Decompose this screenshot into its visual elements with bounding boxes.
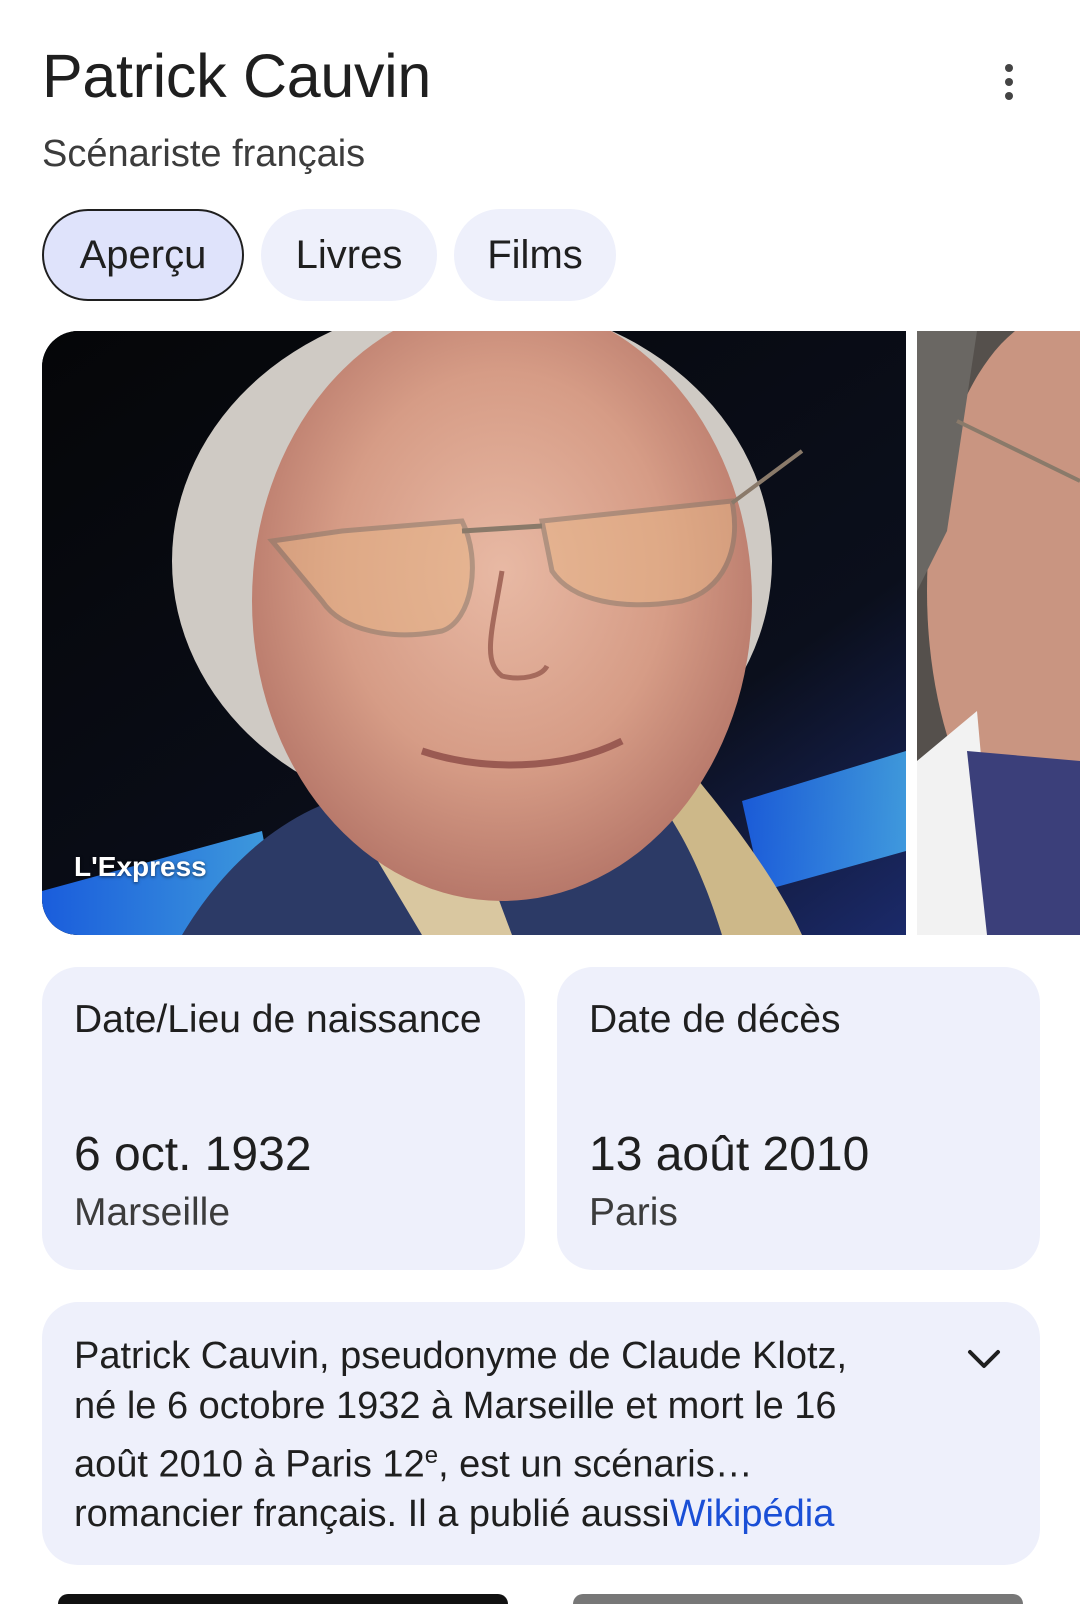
tab-livres[interactable]: Livres <box>261 209 437 301</box>
portrait-illustration: L'Express <box>42 331 906 935</box>
birth-place: Marseille <box>74 1191 231 1234</box>
next-card-peek <box>58 1594 508 1604</box>
tab-bar: Aperçu Livres Films <box>42 209 616 301</box>
death-label: Date de décès <box>589 998 841 1041</box>
death-date: 13 août 2010 <box>589 1128 870 1181</box>
description-text: Patrick Cauvin, pseudonyme de Claude Klo… <box>74 1335 848 1536</box>
more-options-button[interactable] <box>996 62 1022 102</box>
chevron-down-icon <box>968 1350 1000 1368</box>
death-place: Paris <box>589 1191 678 1234</box>
next-card-peek <box>573 1594 1023 1604</box>
image-source-label: L'Express <box>74 851 207 882</box>
more-vert-icon <box>1005 64 1013 72</box>
description-card[interactable]: Patrick Cauvin, pseudonyme de Claude Klo… <box>42 1302 1040 1565</box>
tab-apercu[interactable]: Aperçu <box>42 209 244 301</box>
portrait-image[interactable]: L'Express <box>42 331 906 935</box>
birth-info-card[interactable]: Date/Lieu de naissance 6 oct. 1932 Marse… <box>42 967 525 1270</box>
expand-description-button[interactable] <box>962 1338 1006 1382</box>
secondary-image[interactable] <box>917 331 1080 935</box>
death-info-card[interactable]: Date de décès 13 août 2010 Paris <box>557 967 1040 1270</box>
wikipedia-link[interactable]: Wikipédia <box>670 1493 835 1535</box>
page-title: Patrick Cauvin <box>42 42 432 110</box>
tab-films[interactable]: Films <box>454 209 616 301</box>
page-subtitle: Scénariste français <box>42 133 366 175</box>
birth-label: Date/Lieu de naissance <box>74 998 482 1041</box>
birth-date: 6 oct. 1932 <box>74 1128 312 1181</box>
